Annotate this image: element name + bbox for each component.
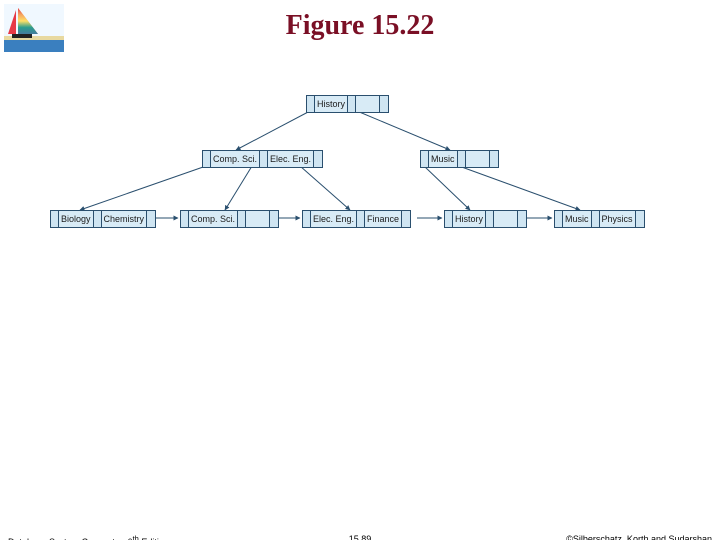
ptr-cell bbox=[94, 211, 102, 227]
key-cell: Physics bbox=[600, 211, 636, 227]
btree-leaf-node: Biology Chemistry bbox=[50, 210, 156, 228]
ptr-cell bbox=[486, 211, 494, 227]
ptr-cell bbox=[314, 151, 322, 167]
ptr-cell bbox=[147, 211, 155, 227]
key-cell: Chemistry bbox=[102, 211, 148, 227]
key-cell: Music bbox=[563, 211, 592, 227]
key-cell: Music bbox=[429, 151, 458, 167]
key-cell-empty bbox=[356, 96, 380, 112]
key-cell-empty bbox=[494, 211, 518, 227]
tree-arrows bbox=[40, 95, 680, 275]
key-cell: History bbox=[453, 211, 486, 227]
slide: Figure 15.22 bbox=[0, 0, 720, 540]
ptr-cell bbox=[421, 151, 429, 167]
key-cell-empty bbox=[466, 151, 490, 167]
ptr-cell bbox=[203, 151, 211, 167]
ptr-cell bbox=[445, 211, 453, 227]
btree-internal-node: Comp. Sci. Elec. Eng. bbox=[202, 150, 323, 168]
ptr-cell bbox=[592, 211, 600, 227]
btree-diagram: History Comp. Sci. Elec. Eng. Music Biol… bbox=[40, 95, 680, 275]
btree-leaf-node: Music Physics bbox=[554, 210, 645, 228]
key-cell: Elec. Eng. bbox=[311, 211, 357, 227]
ptr-cell bbox=[518, 211, 526, 227]
ptr-cell bbox=[636, 211, 644, 227]
key-cell: History bbox=[315, 96, 348, 112]
btree-root-node: History bbox=[306, 95, 389, 113]
ptr-cell bbox=[51, 211, 59, 227]
ptr-cell bbox=[458, 151, 466, 167]
ptr-cell bbox=[555, 211, 563, 227]
btree-leaf-node: Comp. Sci. bbox=[180, 210, 279, 228]
key-cell: Elec. Eng. bbox=[268, 151, 314, 167]
ptr-cell bbox=[357, 211, 365, 227]
ptr-cell bbox=[490, 151, 498, 167]
btree-internal-node: Music bbox=[420, 150, 499, 168]
page-title: Figure 15.22 bbox=[0, 10, 720, 42]
btree-leaf-node: Elec. Eng. Finance bbox=[302, 210, 411, 228]
key-cell: Biology bbox=[59, 211, 94, 227]
key-cell-empty bbox=[246, 211, 270, 227]
key-cell: Comp. Sci. bbox=[211, 151, 260, 167]
key-cell: Finance bbox=[365, 211, 402, 227]
btree-leaf-node: History bbox=[444, 210, 527, 228]
ptr-cell bbox=[260, 151, 268, 167]
ptr-cell bbox=[270, 211, 278, 227]
ptr-cell bbox=[348, 96, 356, 112]
ptr-cell bbox=[307, 96, 315, 112]
ptr-cell bbox=[380, 96, 388, 112]
footer-copyright: ©Silberschatz, Korth and Sudarshan bbox=[566, 534, 712, 540]
ptr-cell bbox=[238, 211, 246, 227]
ptr-cell bbox=[181, 211, 189, 227]
key-cell: Comp. Sci. bbox=[189, 211, 238, 227]
ptr-cell bbox=[303, 211, 311, 227]
ptr-cell bbox=[402, 211, 410, 227]
